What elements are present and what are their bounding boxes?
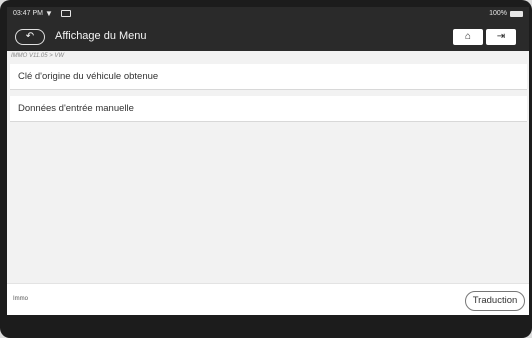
translate-button[interactable]: Traduction (465, 291, 525, 311)
breadcrumb: IMMO V11.05 > VW (11, 53, 65, 59)
battery-icon (510, 11, 523, 17)
battery-percentage: 100% (489, 10, 507, 17)
page-title: Affichage du Menu (55, 30, 147, 42)
menu-item-original-key[interactable]: Clé d'origine du véhicule obtenue (10, 64, 527, 90)
status-time: 03:47 PM (13, 10, 43, 17)
app-header: ↶ Affichage du Menu ⌂ ⇥ (7, 21, 529, 51)
back-button[interactable]: ↶ (15, 29, 45, 45)
back-arrow-icon: ↶ (25, 31, 35, 42)
footer-bar: Immo Traduction (7, 283, 529, 315)
footer-label: Immo (13, 296, 28, 302)
sd-card-icon (61, 10, 71, 17)
menu-item-label: Clé d'origine du véhicule obtenue (18, 71, 159, 82)
menu-item-manual-input[interactable]: Données d'entrée manuelle (10, 96, 527, 122)
home-icon: ⌂ (464, 31, 472, 42)
status-bar: 03:47 PM ▼ 100% (7, 7, 529, 21)
home-button[interactable]: ⌂ (453, 29, 483, 45)
wifi-icon: ▼ (45, 9, 53, 18)
device-frame: 03:47 PM ▼ 100% ↶ Affichage du Menu ⌂ ⇥ … (0, 0, 532, 338)
screen: 03:47 PM ▼ 100% ↶ Affichage du Menu ⌂ ⇥ … (7, 7, 529, 315)
exit-icon: ⇥ (496, 31, 506, 42)
exit-button[interactable]: ⇥ (486, 29, 516, 45)
menu-item-label: Données d'entrée manuelle (18, 103, 134, 114)
